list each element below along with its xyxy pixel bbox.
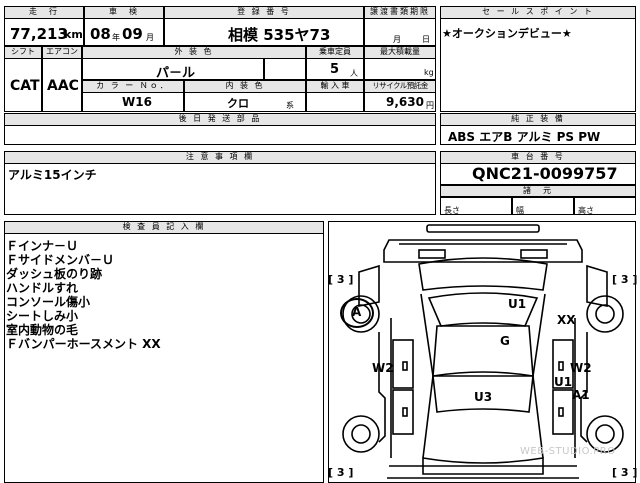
capacity-unit: 人 xyxy=(350,69,358,78)
inspection-year: 08 xyxy=(90,25,111,43)
load-unit: kg xyxy=(424,68,434,77)
recycle-unit: 円 xyxy=(426,101,434,110)
tread-depth-front-right: [ 3 ] xyxy=(612,273,638,286)
car-diagram-panel xyxy=(328,221,636,483)
mileage-value: 77,213 xyxy=(10,25,68,43)
capacity-value: 5 xyxy=(330,62,340,77)
tread-depth-front-left: [ 3 ] xyxy=(328,273,354,286)
car-outline-diagram xyxy=(342,224,624,479)
sales-point-text: ★オークションデビュー★ xyxy=(442,27,572,40)
ac-value: AAC xyxy=(47,78,79,94)
year-unit: 年 xyxy=(112,33,120,42)
length-label: 長さ xyxy=(444,206,460,215)
ext-color-extra-cell xyxy=(264,58,306,80)
mileage-unit: km xyxy=(64,28,83,41)
damage-mark-a1: A1 xyxy=(572,388,590,402)
int-color-suffix: 系 xyxy=(286,101,294,110)
damage-mark-u1-right: U1 xyxy=(554,375,573,389)
transfer-month-unit: 月 xyxy=(393,35,401,44)
damage-mark-a: A xyxy=(352,305,362,319)
chassis-number: QNC21-0099757 xyxy=(472,164,618,183)
height-label: 高さ xyxy=(578,206,594,215)
transfer-day-unit: 日 xyxy=(422,35,430,44)
registration-value: 相模 535ヤ73 xyxy=(228,26,331,44)
damage-mark-u3: U3 xyxy=(474,390,493,404)
damage-mark-w2-right: W2 xyxy=(570,361,592,375)
damage-mark-u1-top: U1 xyxy=(508,297,527,311)
remark-line: Ｆバンパーホースメント XX xyxy=(6,337,161,351)
inspection-month: 09 xyxy=(122,25,143,43)
import-cell xyxy=(306,92,364,112)
shift-value: CAT xyxy=(10,78,40,94)
tread-depth-rear-left: [ 3 ] xyxy=(328,466,354,479)
notes-text: アルミ15インチ xyxy=(8,168,97,182)
dims-header: 諸 元 xyxy=(440,185,636,197)
recycle-value: 9,630 xyxy=(386,95,424,109)
watermark: WEB-STUDIO.PRO xyxy=(520,446,616,457)
int-color-value: クロ xyxy=(227,97,249,110)
equipment-value: ABS エアB アルミ PS PW xyxy=(448,130,601,144)
later-parts-cell xyxy=(4,125,436,145)
damage-mark-xx: XX xyxy=(557,313,576,327)
width-label: 幅 xyxy=(516,206,524,215)
ext-color-value: パ－ル xyxy=(156,66,196,81)
damage-mark-w2-left: W2 xyxy=(372,361,394,375)
month-unit: 月 xyxy=(146,33,154,42)
damage-mark-g: G xyxy=(500,334,510,348)
tread-depth-rear-right: [ 3 ] xyxy=(612,466,638,479)
color-no-value: W16 xyxy=(122,95,152,109)
